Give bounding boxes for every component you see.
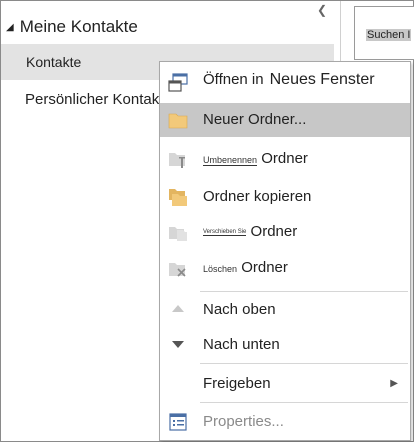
menu-item-new-folder[interactable]: Neuer Ordner... [160,103,410,137]
menu-item-move-up[interactable]: Nach oben [160,293,410,327]
menu-item-copy-folder[interactable]: Ordner kopieren [160,180,410,214]
menu-item-rename-folder[interactable]: Umbenennen Ordner [160,142,410,176]
properties-label: Properties... [203,413,284,430]
move-small-label: Verschieben Sie [203,229,247,236]
move-up-label: Nach oben [203,301,276,318]
menu-item-move-folder[interactable]: Verschieben Sie Ordner [160,215,410,249]
open-in-label: Öffnen in [203,71,264,88]
tree-item-label: Kontakte [26,54,82,70]
new-window-icon [168,73,188,92]
new-folder-label: Neuer Ordner... [203,111,307,128]
arrow-down-icon [172,341,184,348]
menu-separator [200,363,408,364]
rename-small-label: Umbenennen [203,155,258,166]
copy-folder-label: Ordner kopieren [203,188,312,205]
delete-folder-label: Ordner [241,259,288,276]
submenu-arrow-icon: ▶ [390,378,398,389]
menu-item-open-in-new-window[interactable]: Öffnen in Neues Fenster [160,66,410,100]
expand-triangle-icon[interactable]: ◢ [6,22,14,33]
folder-icon [168,113,188,129]
tree-root-label: Meine Kontakte [19,17,138,36]
menu-item-properties[interactable]: Properties... [160,405,410,439]
move-down-label: Nach unten [203,336,280,353]
rename-folder-icon [169,153,185,168]
menu-separator [200,291,408,292]
move-folder-icon [169,227,187,241]
tree-item-label: Persönlicher Kontakt. [25,91,168,108]
new-window-label: Neues Fenster [269,71,375,88]
collapse-pane-icon[interactable]: ❮ [317,3,327,17]
menu-item-delete-folder[interactable]: Löschen Ordner [160,251,410,285]
context-menu: Öffnen in Neues Fenster Neuer Ordner... U… [159,61,411,441]
properties-icon [169,413,187,431]
rename-folder-label: Ordner [261,150,308,167]
share-label: Freigeben [203,375,271,392]
arrow-up-icon [172,305,184,312]
search-label: Suchen I [366,29,412,41]
menu-separator [200,402,408,403]
tree-root-my-contacts[interactable]: ◢ Meine Kontakte [6,17,138,37]
copy-folder-icon [169,189,187,206]
delete-folder-icon [169,263,186,277]
move-folder-label: Ordner [250,223,298,240]
menu-item-move-down[interactable]: Nach unten [160,328,410,362]
menu-item-share[interactable]: Freigeben ▶ [160,367,410,401]
delete-small-label: Löschen [203,264,238,274]
